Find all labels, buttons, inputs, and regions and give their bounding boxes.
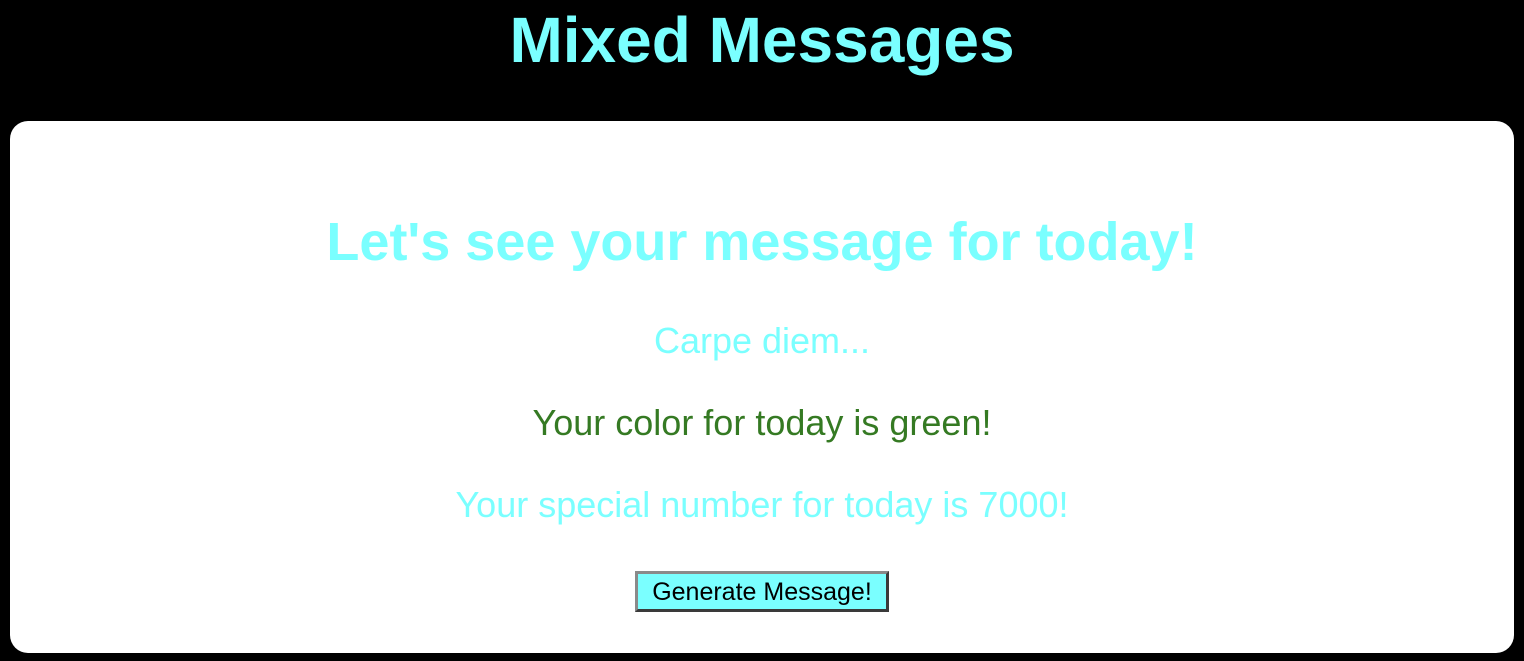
generate-message-button[interactable]: Generate Message! xyxy=(635,571,889,612)
button-container: Generate Message! xyxy=(10,571,1514,612)
saying-message: Carpe diem... xyxy=(653,320,871,361)
color-message: Your color for today is green! xyxy=(532,402,992,443)
number-message: Your special number for today is 7000! xyxy=(455,484,1069,525)
message-card: Let's see your message for today! Carpe … xyxy=(10,121,1514,653)
card-heading: Let's see your message for today! xyxy=(326,212,1198,272)
app-title: Mixed Messages xyxy=(509,4,1015,76)
